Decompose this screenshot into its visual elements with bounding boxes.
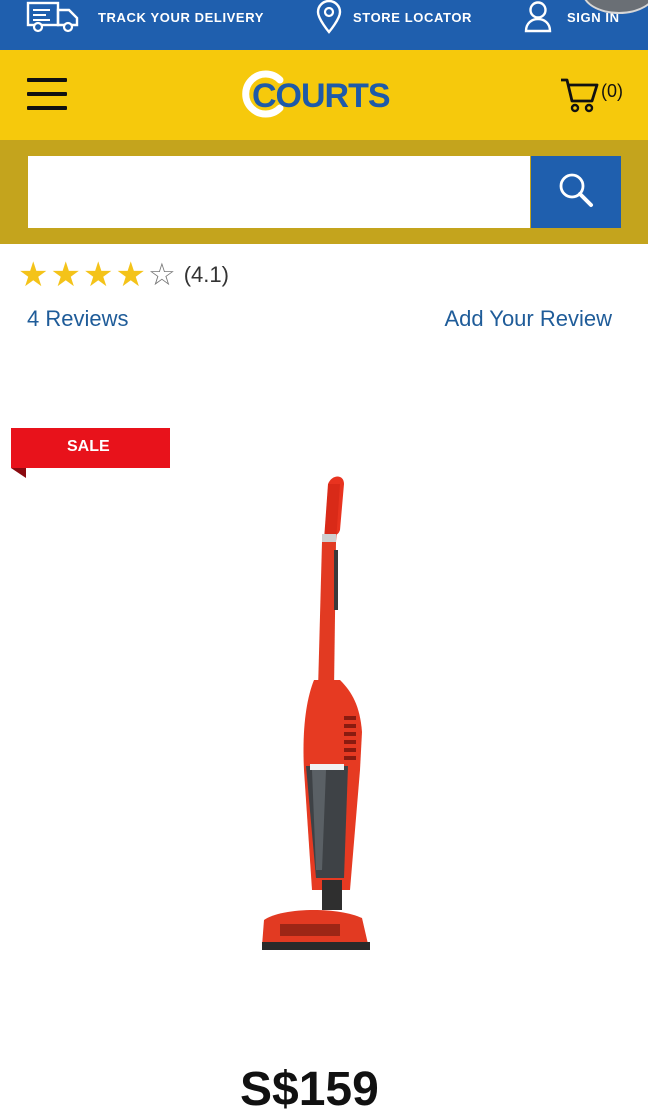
cart-count: (0)	[601, 81, 623, 101]
courts-logo[interactable]: COURTS	[240, 68, 400, 120]
logo-text: COURTS	[252, 77, 391, 115]
product-rating: ★ ★ ★ ★ ☆ (4.1)	[18, 256, 229, 294]
reviews-link[interactable]: 4 Reviews	[27, 306, 128, 332]
star-filled-icon: ★	[82, 256, 114, 294]
search-button[interactable]	[531, 156, 621, 228]
search-input[interactable]	[28, 156, 530, 228]
add-review-link[interactable]: Add Your Review	[444, 306, 612, 332]
product-image[interactable]	[240, 470, 390, 965]
rating-value: (4.1)	[183, 262, 229, 287]
star-filled-icon: ★	[18, 256, 49, 294]
search-icon	[556, 170, 596, 215]
star-filled-icon: ★	[50, 256, 81, 294]
sale-badge: SALE	[11, 428, 170, 478]
user-icon	[524, 0, 552, 34]
hamburger-menu-icon[interactable]	[27, 78, 67, 110]
store-locator-link[interactable]: STORE LOCATOR	[316, 0, 472, 34]
utility-bar: TRACK YOUR DELIVERY STORE LOCATOR SIGN I…	[0, 0, 648, 50]
star-empty-icon: ☆	[147, 257, 176, 292]
star-filled-icon: ★	[115, 256, 146, 294]
site-header: COURTS (0)	[0, 50, 648, 140]
track-delivery-label: TRACK YOUR DELIVERY	[98, 9, 264, 25]
cart-button[interactable]: (0)	[560, 77, 640, 117]
store-locator-label: STORE LOCATOR	[353, 9, 473, 25]
track-delivery-link[interactable]: TRACK YOUR DELIVERY	[26, 0, 264, 34]
location-pin-icon	[316, 0, 342, 34]
product-price: S$159	[240, 1063, 379, 1116]
delivery-truck-icon	[26, 0, 80, 34]
sale-badge-label: SALE	[67, 438, 110, 455]
